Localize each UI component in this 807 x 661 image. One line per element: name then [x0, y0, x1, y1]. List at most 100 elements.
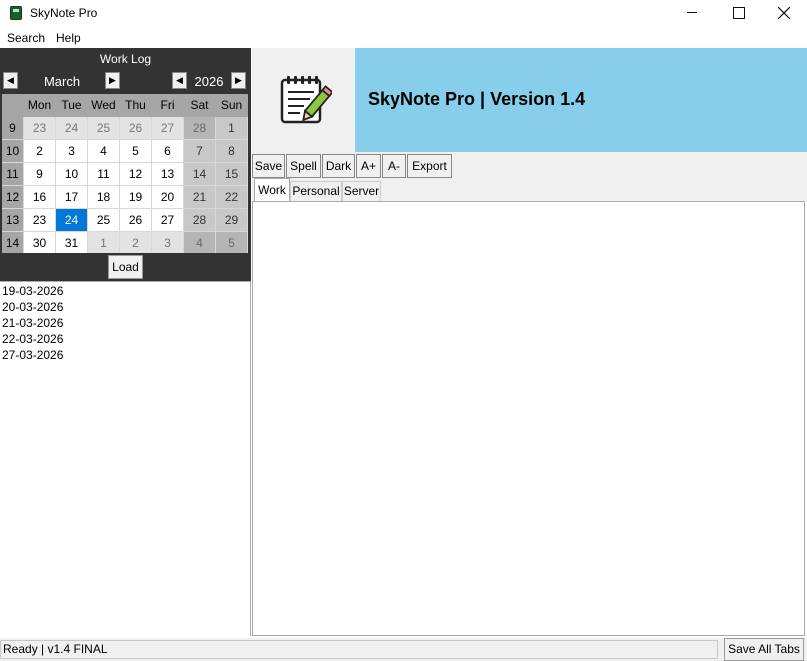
increase-font-button[interactable]: A+: [356, 154, 381, 178]
calendar-day[interactable]: 30: [24, 232, 56, 255]
calendar-day[interactable]: 19: [120, 186, 152, 209]
calendar-day[interactable]: 20: [152, 186, 184, 209]
next-year-button[interactable]: ▶: [231, 72, 246, 89]
calendar-week-row: 11 9 10 11 12 13 14 15: [2, 163, 249, 186]
right-panel: SkyNote Pro | Version 1.4 Save Spell Dar…: [252, 48, 807, 636]
logo-box: [252, 48, 355, 152]
calendar-day[interactable]: 16: [24, 186, 56, 209]
prev-year-button[interactable]: ◀: [172, 72, 187, 89]
week-number: 13: [2, 209, 24, 232]
weekday-header: Thu: [120, 94, 152, 117]
calendar-day[interactable]: 1: [88, 232, 120, 255]
saved-dates-list[interactable]: 19-03-2026 20-03-2026 21-03-2026 22-03-2…: [0, 281, 251, 636]
calendar-day[interactable]: 25: [88, 117, 120, 140]
calendar-day[interactable]: 1: [216, 117, 248, 140]
week-number: 10: [2, 140, 24, 163]
calendar-day[interactable]: 5: [120, 140, 152, 163]
month-label: March: [43, 74, 81, 89]
calendar-day[interactable]: 10: [56, 163, 88, 186]
weekday-header: Wed: [88, 94, 120, 117]
prev-month-button[interactable]: ◀: [3, 72, 18, 89]
maximize-button[interactable]: [715, 0, 761, 26]
banner-title: SkyNote Pro | Version 1.4: [368, 89, 586, 109]
calendar-week-row: 9 23 24 25 26 27 28 1: [2, 117, 249, 140]
tab-server[interactable]: Server: [342, 181, 381, 201]
calendar-day[interactable]: 12: [120, 163, 152, 186]
calendar-day-selected[interactable]: 24: [56, 209, 88, 232]
tab-bar: Work Personal Server: [252, 178, 807, 201]
calendar-day[interactable]: 18: [88, 186, 120, 209]
arrow-right-icon: ▶: [235, 75, 242, 85]
calendar-day[interactable]: 29: [216, 209, 248, 232]
calendar-day[interactable]: 27: [152, 117, 184, 140]
calendar-day[interactable]: 3: [152, 232, 184, 255]
title-bar: SkyNote Pro: [0, 0, 807, 26]
calendar-day[interactable]: 4: [184, 232, 216, 255]
calendar-day[interactable]: 5: [216, 232, 248, 255]
calendar-day[interactable]: 3: [56, 140, 88, 163]
weekday-header-row: Mon Tue Wed Thu Fri Sat Sun: [2, 94, 249, 117]
load-button[interactable]: Load: [108, 255, 143, 279]
week-number: 14: [2, 232, 24, 255]
list-item[interactable]: 22-03-2026: [0, 331, 250, 347]
export-button[interactable]: Export: [407, 154, 452, 178]
calendar-day[interactable]: 17: [56, 186, 88, 209]
menu-bar: Search Help: [0, 28, 807, 48]
calendar-day[interactable]: 2: [120, 232, 152, 255]
calendar-day[interactable]: 26: [120, 117, 152, 140]
note-editor[interactable]: [252, 201, 805, 636]
next-month-button[interactable]: ▶: [105, 72, 120, 89]
calendar-day[interactable]: 8: [216, 140, 248, 163]
list-item[interactable]: 27-03-2026: [0, 347, 250, 363]
list-item[interactable]: 19-03-2026: [0, 283, 250, 299]
tab-personal[interactable]: Personal: [290, 181, 342, 201]
save-button[interactable]: Save: [252, 154, 285, 178]
calendar-day[interactable]: 24: [56, 117, 88, 140]
weekday-header: Sat: [184, 94, 216, 117]
calendar-day[interactable]: 31: [56, 232, 88, 255]
decrease-font-button[interactable]: A-: [382, 154, 406, 178]
calendar-day[interactable]: 28: [184, 117, 216, 140]
calendar-day[interactable]: 6: [152, 140, 184, 163]
close-button[interactable]: [761, 0, 807, 26]
work-log-header: Work Log: [0, 48, 251, 70]
minimize-button[interactable]: [669, 0, 715, 26]
left-panel: Work Log ◀ March ▶ ◀ 2026 ▶ Mon Tue Wed …: [0, 48, 251, 636]
arrow-left-icon: ◀: [7, 75, 14, 85]
calendar-day[interactable]: 23: [24, 117, 56, 140]
calendar-day[interactable]: 25: [88, 209, 120, 232]
notepad-pencil-icon: [280, 76, 332, 124]
menu-help[interactable]: Help: [56, 31, 81, 45]
weekday-header: Tue: [56, 94, 88, 117]
calendar-day[interactable]: 13: [152, 163, 184, 186]
arrow-right-icon: ▶: [109, 75, 116, 85]
dark-mode-button[interactable]: Dark: [322, 154, 355, 178]
calendar-day[interactable]: 2: [24, 140, 56, 163]
status-bar: Ready | v1.4 FINAL Save All Tabs: [0, 638, 807, 661]
calendar-week-row: 12 16 17 18 19 20 21 22: [2, 186, 249, 209]
calendar-day[interactable]: 11: [88, 163, 120, 186]
calendar-day[interactable]: 28: [184, 209, 216, 232]
calendar-day[interactable]: 22: [216, 186, 248, 209]
list-item[interactable]: 21-03-2026: [0, 315, 250, 331]
calendar-day[interactable]: 4: [88, 140, 120, 163]
calendar-day[interactable]: 15: [216, 163, 248, 186]
weekday-header: Fri: [152, 94, 184, 117]
spell-check-button[interactable]: Spell: [286, 154, 321, 178]
load-bar: Load: [0, 253, 251, 281]
tab-work[interactable]: Work: [254, 178, 290, 201]
calendar-day[interactable]: 14: [184, 163, 216, 186]
calendar-day[interactable]: 23: [24, 209, 56, 232]
close-icon: [778, 7, 790, 19]
calendar-day[interactable]: 9: [24, 163, 56, 186]
calendar-day[interactable]: 7: [184, 140, 216, 163]
weekday-header: Mon: [24, 94, 56, 117]
menu-search[interactable]: Search: [7, 31, 45, 45]
list-item[interactable]: 20-03-2026: [0, 299, 250, 315]
week-number: 12: [2, 186, 24, 209]
calendar-day[interactable]: 27: [152, 209, 184, 232]
calendar-week-row: 14 30 31 1 2 3 4 5: [2, 232, 249, 255]
calendar-day[interactable]: 21: [184, 186, 216, 209]
calendar-day[interactable]: 26: [120, 209, 152, 232]
save-all-tabs-button[interactable]: Save All Tabs: [724, 638, 804, 661]
